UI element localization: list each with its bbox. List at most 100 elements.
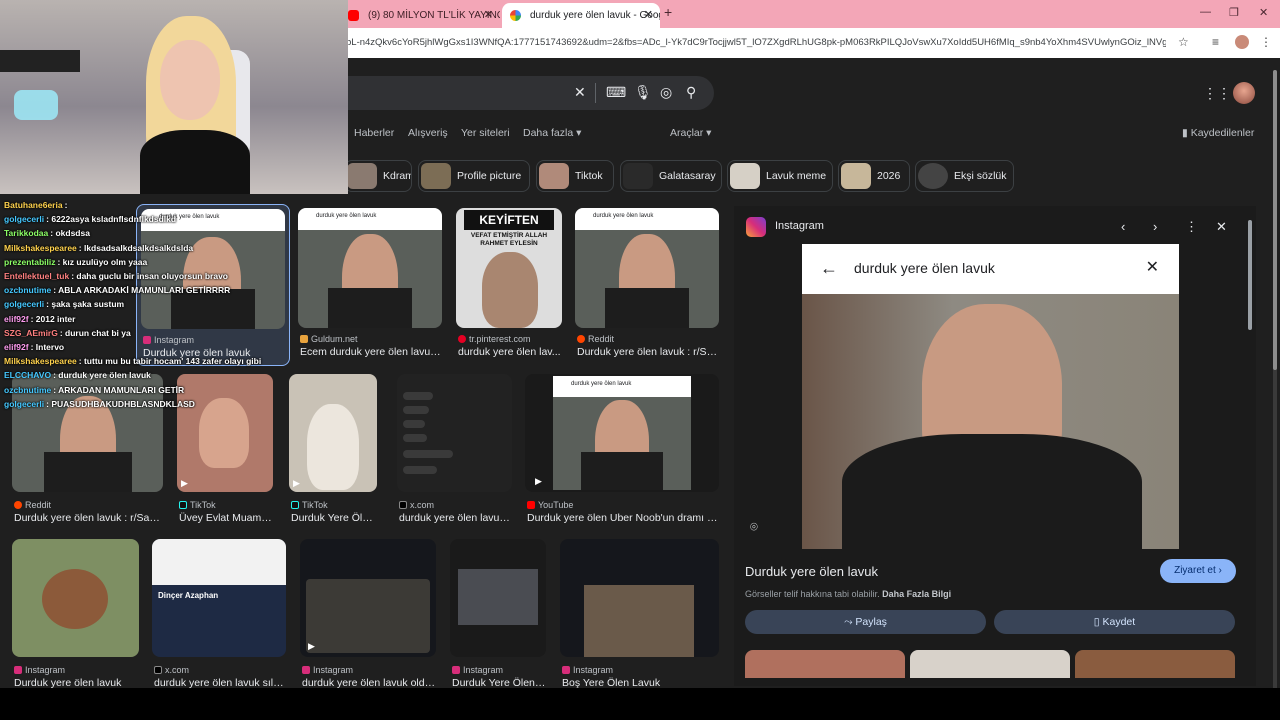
result-image [397, 374, 512, 492]
chat-username[interactable]: Batuhane6eria [4, 200, 63, 210]
chip-profile-picture[interactable]: Profile picture [418, 160, 530, 192]
address-bar[interactable]: bL-n4zQkv6cYoR5jhlWgGxs1I3WNfQA:17771517… [340, 28, 1280, 58]
save-button[interactable]: ▯ Kaydet [994, 610, 1235, 634]
microphone-icon[interactable]: 🎙 [634, 84, 652, 101]
more-options-icon[interactable]: ⋮ [1185, 219, 1198, 235]
next-image-icon[interactable]: › [1153, 219, 1157, 234]
close-tab-icon[interactable]: ✕ [484, 3, 493, 28]
shirt [581, 452, 663, 490]
result-card[interactable]: Instagram Durduk Yere Ölen L... [450, 539, 546, 689]
result-card[interactable]: ▶ TikTok Üvey Evlat Muame... [177, 374, 273, 524]
tools-dropdown[interactable]: Araçlar ▾ [670, 127, 711, 139]
share-button[interactable]: ⤳ Paylaş [745, 610, 986, 634]
new-tab-button[interactable]: + [664, 4, 672, 20]
result-card[interactable]: durduk yere ölen lavuk ▶ YouTube Durduk … [525, 374, 719, 524]
close-panel-icon[interactable]: ✕ [1216, 219, 1227, 235]
visit-button[interactable]: Ziyaret et › [1160, 559, 1236, 583]
result-title[interactable]: Üvey Evlat Muame... [179, 512, 273, 524]
page-scrollbar[interactable] [1273, 70, 1277, 370]
result-image: ▶ [177, 374, 273, 492]
result-card[interactable]: durduk yere ölen lavuk Guldum.net Ecem d… [298, 208, 442, 360]
chat-text: : ABLA ARKADAKİ MAMUNLARI GETİRRRR [53, 285, 231, 296]
chat-username[interactable]: golgecerli [4, 299, 44, 309]
preview-image[interactable]: ← durduk yere ölen lavuk ✕ [802, 244, 1179, 549]
detail-title[interactable]: Durduk yere ölen lavuk [745, 564, 878, 579]
result-card[interactable]: Dinçer Azaphan x.com durduk yere ölen la… [152, 539, 286, 689]
chat-username[interactable]: elif92f [4, 314, 29, 324]
result-image: durduk yere ölen lavuk [575, 208, 719, 328]
result-image: durduk yere ölen lavuk [298, 208, 442, 328]
chat-username[interactable]: ozcbnutime [4, 285, 51, 295]
nav-link-news[interactable]: Haberler [354, 127, 394, 139]
tab-google-search[interactable]: durduk yere ölen lavuk - Google ✕ [502, 3, 660, 28]
search-icon[interactable]: ⚲ [686, 84, 696, 101]
url-text[interactable]: bL-n4zQkv6cYoR5jhlWgGxs1I3WNfQA:17771517… [346, 28, 1166, 58]
menu-dots-icon[interactable]: ⋮ [1260, 35, 1272, 49]
panel-site-name[interactable]: Instagram [775, 220, 824, 232]
chat-username[interactable]: ozcbnutime [4, 385, 51, 395]
chat-username[interactable]: Milkshakespearee [4, 356, 77, 366]
chip-2026[interactable]: 2026 [838, 160, 910, 192]
bookmark-star-icon[interactable]: ☆ [1178, 35, 1189, 49]
chip-eksi-sozluk[interactable]: Ekşi sözlük [915, 160, 1014, 192]
result-title[interactable]: Durduk yere ölen lavuk : r/Sac... [577, 346, 719, 358]
chat-username[interactable]: elif92f [4, 342, 29, 352]
result-card[interactable]: Instagram Durduk yere ölen lavuk [12, 539, 139, 689]
chat-username[interactable]: ELCCHAVO [4, 370, 51, 380]
related-image[interactable] [1075, 650, 1235, 678]
chip-kdrama[interactable]: Kdrama [344, 160, 412, 192]
nav-link-more[interactable]: Daha fazla ▾ [523, 127, 581, 139]
previous-image-icon[interactable]: ‹ [1121, 219, 1125, 234]
close-window-icon[interactable]: ✕ [1259, 6, 1268, 19]
keyboard-icon[interactable]: ⌨ [606, 84, 626, 101]
result-title[interactable]: Ecem durduk yere ölen lavuk ... [300, 346, 442, 358]
chat-username[interactable]: SZG_AEmirG [4, 328, 58, 338]
clear-search-icon[interactable]: ✕ [574, 84, 586, 101]
bottom-black-bar [0, 688, 1280, 720]
result-card[interactable]: durduk yere ölen lavuk Reddit Durduk yer… [575, 208, 719, 360]
lens-icon[interactable]: ◎ [660, 84, 672, 101]
tab-youtube[interactable]: (9) 80 MİLYON TL'LİK YAYINCI ! ✕ [340, 3, 500, 28]
more-info-link[interactable]: Daha Fazla Bilgi [882, 589, 951, 599]
result-card[interactable]: ▶ Instagram durduk yere ölen lavuk oldu.… [300, 539, 436, 689]
saved-link[interactable]: ▮ Kaydedilenler [1182, 127, 1254, 139]
chip-lavuk-meme[interactable]: Lavuk meme [727, 160, 833, 192]
chat-username[interactable]: Entellektuel_tuk [4, 271, 69, 281]
result-title[interactable]: Durduk yere ölen lavuk : r/Sac... [14, 512, 163, 524]
result-source: TikTok [291, 500, 328, 510]
chip-galatasaray[interactable]: Galatasaray [620, 160, 722, 192]
media-controls-icon[interactable]: ≡ [1212, 35, 1219, 49]
lens-search-icon[interactable]: ⌾ [750, 519, 758, 535]
result-title[interactable]: Durduk Yere Ölen ... [291, 512, 377, 524]
chat-username[interactable]: Tarikkodaa [4, 228, 48, 238]
chat-username[interactable]: golgecerli [4, 214, 44, 224]
chat-username[interactable]: prezentabiliz [4, 257, 55, 267]
chat-bubble [403, 466, 437, 474]
wall-sign [0, 50, 80, 72]
result-card[interactable]: ▶ TikTok Durduk Yere Ölen ... [289, 374, 377, 524]
chat-username[interactable]: Milkshakespearee [4, 243, 77, 253]
restore-icon[interactable]: ❐ [1229, 6, 1239, 19]
chat-username[interactable]: golgecerli [4, 399, 44, 409]
account-avatar[interactable] [1233, 82, 1255, 104]
result-title[interactable]: durduk yere ölen lavuk ... [399, 512, 512, 524]
related-image[interactable] [910, 650, 1070, 678]
related-image[interactable] [745, 650, 905, 678]
nav-link-places[interactable]: Yer siteleri [461, 127, 510, 139]
result-card[interactable]: x.com durduk yere ölen lavuk ... [397, 374, 512, 524]
nav-link-shopping[interactable]: Alışveriş [408, 127, 448, 139]
panel-scrollbar[interactable] [1248, 220, 1252, 330]
chip-tiktok[interactable]: Tiktok [536, 160, 614, 192]
result-title[interactable]: Durduk yere ölen Uber Noob'un dramı (C..… [527, 512, 719, 524]
share-label: Paylaş [855, 616, 887, 628]
chat-text: : PUASUDHBAKUDHBLASNDKLASD [46, 398, 195, 409]
result-title[interactable]: durduk yere ölen lav... [458, 346, 562, 358]
search-input[interactable]: ✕ ⌨ 🎙 ◎ ⚲ [340, 76, 714, 110]
result-card[interactable]: Instagram Boş Yere Ölen Lavuk [560, 539, 719, 689]
close-tab-icon[interactable]: ✕ [644, 3, 653, 28]
result-source: YouTube [527, 500, 573, 510]
person-figure [482, 252, 538, 328]
result-card[interactable]: KEYİFTEN VEFAT ETMİŞTİR ALLAH RAHMET EYL… [456, 208, 562, 360]
profile-avatar[interactable] [1235, 35, 1249, 49]
minimize-icon[interactable]: — [1200, 6, 1211, 18]
